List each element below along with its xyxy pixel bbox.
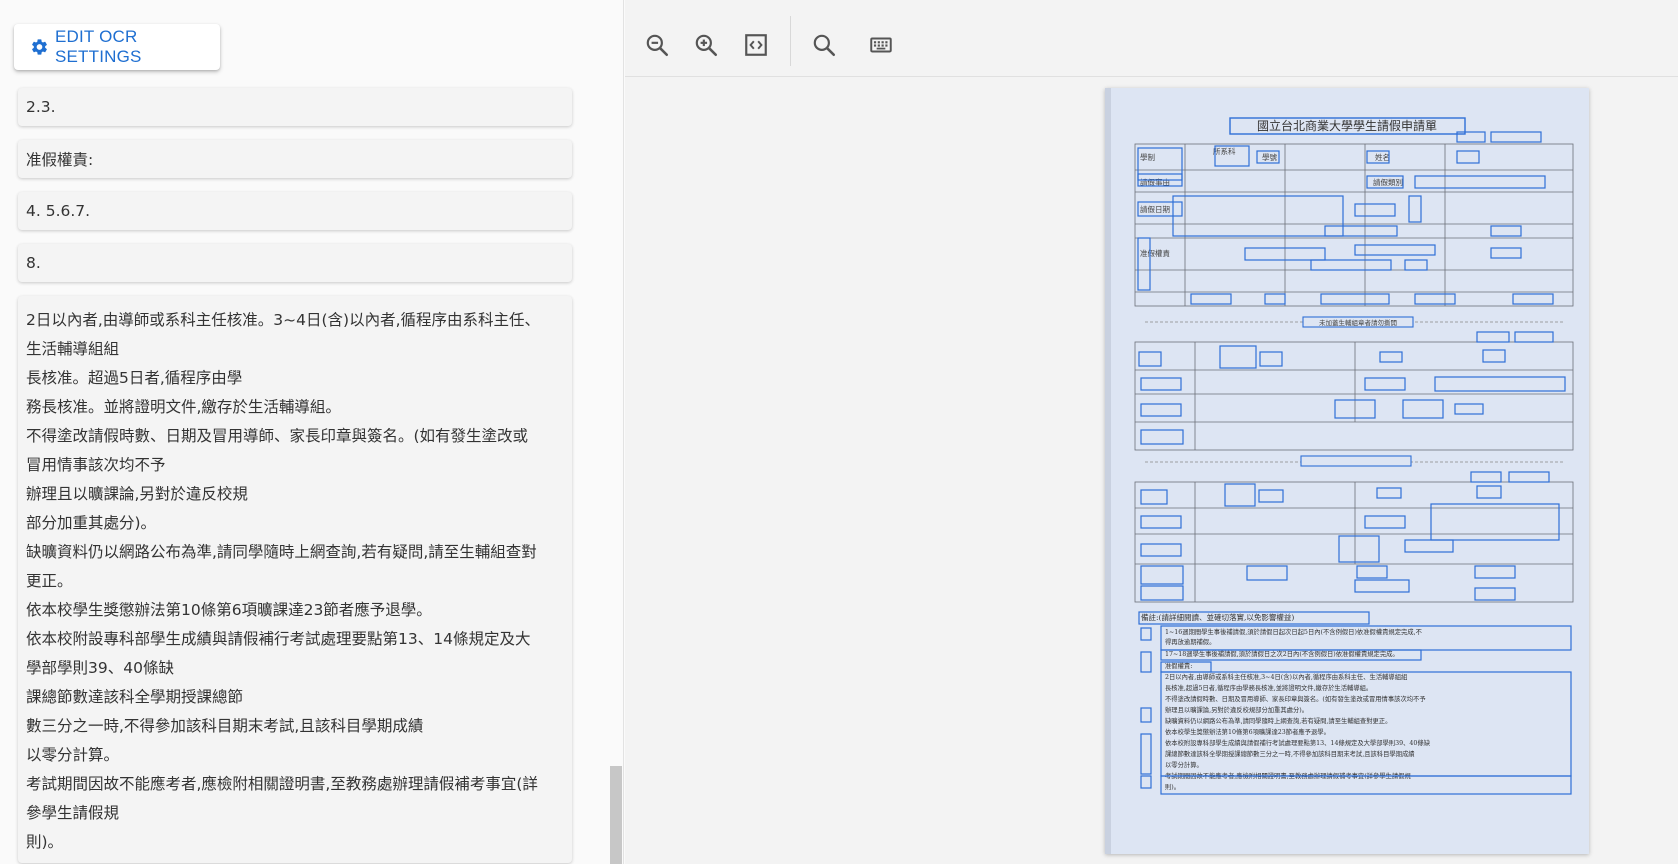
note-line: 1~16週期間學生事後補請假,須於請假日起次日起5日內(不含例假日)依准假權責規… xyxy=(1165,627,1423,636)
zoom-out-button[interactable] xyxy=(643,31,671,59)
note-line: 長核准,超過5日者,循程序由學務長核准,並將證明文件,繳存於生活輔導組。 xyxy=(1165,683,1372,692)
search-icon xyxy=(813,34,836,57)
ocr-text-card[interactable]: 4. 5.6.7. xyxy=(18,192,572,230)
document-viewer: 國立台北商業大學學生請假申請單 學制 所系科 學號 姓名 請假事由 請假類別 請… xyxy=(625,0,1678,864)
tear-off-label: 未加蓋生輔組章者請勿撕開 xyxy=(1319,318,1397,327)
note-line: 缺曠資料仍以網路公布為準,請同學隨時上網查詢,若有疑問,請至生輔組查對更正。 xyxy=(1165,716,1391,725)
note-line: 得再放逾期補假。 xyxy=(1165,637,1215,646)
ocr-text-card[interactable]: 准假權責: xyxy=(18,140,572,178)
ocr-text-line: 依本校附設專科部學生成績與請假補行考試處理要點第13、14條規定及大 xyxy=(26,630,531,648)
note-line: 2日以內者,由導師或系科主任核准,3~4日(含)以內者,循程序由系科主任、生活輔… xyxy=(1165,672,1408,681)
note-line: 依本校學生獎懲辦法第10條第6項曠課達23節者應予退學。 xyxy=(1165,727,1330,736)
ocr-text-line: 參學生請假規 xyxy=(26,804,120,822)
doc-label: 所系科 xyxy=(1213,146,1236,156)
ocr-text-line: 務長核准。並將證明文件,繳存於生活輔導組。 xyxy=(26,398,341,416)
document-title: 國立台北商業大學學生請假申請單 xyxy=(1257,118,1437,133)
ocr-text-card[interactable]: 8. xyxy=(18,244,572,282)
doc-label: 請假日期 xyxy=(1140,204,1170,214)
viewer-toolbar xyxy=(625,8,1678,77)
ocr-text-line: 8. xyxy=(26,254,41,272)
ocr-text-line: 學部學則39、40條缺 xyxy=(26,659,174,677)
ocr-text-line: 2.3. xyxy=(26,98,56,116)
code-brackets-icon xyxy=(745,34,767,56)
ocr-text-line: 課總節數達該科全學期授課總節 xyxy=(26,688,244,706)
note-line: 則)。 xyxy=(1165,782,1180,791)
keyboard-button[interactable] xyxy=(867,31,895,59)
note-line: 不得塗改請假時數、日期及冒用導師、家長印章與簽名。(如有發生塗改或冒用情事該次均… xyxy=(1165,694,1426,703)
ocr-text-line: 2日以內者,由導師或系科主任核准。3~4日(含)以內者,循程序由系科主任、 xyxy=(26,311,541,329)
ocr-text-line: 長核准。超過5日者,循程序由學 xyxy=(26,369,243,387)
doc-label: 請假類別 xyxy=(1373,177,1403,187)
ocr-text-line: 考試期間因故不能應考者,應檢附相關證明書,至教務處辦理請假補考事宜(詳 xyxy=(26,775,538,793)
ocr-text-line: 准假權責: xyxy=(26,151,94,169)
ocr-text-line: 4. 5.6.7. xyxy=(26,202,91,220)
fit-to-page-button[interactable] xyxy=(742,31,770,59)
ocr-text-line: 不得塗改請假時數、日期及冒用導師、家長印章與簽名。(如有發生塗改或 xyxy=(26,427,529,445)
note-line: 課總節數達該科全學期授課總節數三分之一時,不得參加該科目期末考試,且該科目學期成… xyxy=(1165,749,1415,758)
doc-label: 准假權責 xyxy=(1140,248,1170,258)
zoom-in-icon xyxy=(695,34,718,57)
keyboard-icon xyxy=(870,37,892,53)
panel-scrollbar[interactable] xyxy=(610,766,622,864)
ocr-text-line: 數三分之一時,不得參加該科目期末考試,且該科目學期成績 xyxy=(26,717,424,735)
document-image: 國立台北商業大學學生請假申請單 學制 所系科 學號 姓名 請假事由 請假類別 請… xyxy=(1105,88,1589,854)
toolbar-divider xyxy=(790,16,791,66)
ocr-text-line: 部分加重其處分)。 xyxy=(26,514,157,532)
ocr-text-card[interactable]: 2日以內者,由導師或系科主任核准。3~4日(含)以內者,循程序由系科主任、 生活… xyxy=(18,296,572,863)
gear-icon xyxy=(32,39,47,55)
edit-ocr-settings-button[interactable]: EDIT OCR SETTINGS xyxy=(14,24,220,70)
ocr-text-list: 2.3. 准假權責: 4. 5.6.7. 8. 2日以內者,由導師或系科主任核准… xyxy=(18,88,572,864)
doc-label: 學制 xyxy=(1140,152,1155,162)
ocr-text-line: 冒用情事該次均不予 xyxy=(26,456,166,474)
ocr-text-line: 辦理且以曠課論,另對於違反校規 xyxy=(26,485,248,503)
ocr-text-line: 則)。 xyxy=(26,833,64,851)
ocr-text-line: 以零分計算。 xyxy=(26,746,120,764)
note-line: 辦理且以曠課論,另對於違反校規部分加重其處分)。 xyxy=(1165,705,1308,714)
ocr-text-line: 更正。 xyxy=(26,572,73,590)
ocr-results-panel: EDIT OCR SETTINGS 2.3. 准假權責: 4. 5.6.7. 8… xyxy=(0,0,624,864)
edit-ocr-settings-label: EDIT OCR SETTINGS xyxy=(54,27,142,66)
zoom-out-icon xyxy=(646,34,669,57)
ocr-text-line: 依本校學生獎懲辦法第10條第6項曠課達23節者應予退學。 xyxy=(26,601,432,619)
search-button[interactable] xyxy=(810,31,838,59)
ocr-text-card[interactable]: 2.3. xyxy=(18,88,572,126)
note-line: 以零分計算。 xyxy=(1165,760,1203,769)
scanned-document-page[interactable]: 國立台北商業大學學生請假申請單 學制 所系科 學號 姓名 請假事由 請假類別 請… xyxy=(1105,88,1589,854)
notes-heading: 備註:(請詳細閱讀、並確切落實,以免影響權益) xyxy=(1141,612,1294,622)
doc-label: 姓名 xyxy=(1375,152,1390,162)
app-window: EDIT OCR SETTINGS 2.3. 准假權責: 4. 5.6.7. 8… xyxy=(0,0,1678,864)
ocr-text-line: 生活輔導組組 xyxy=(26,340,120,358)
doc-label: 學號 xyxy=(1262,152,1278,162)
zoom-in-button[interactable] xyxy=(692,31,720,59)
ocr-text-line: 缺曠資料仍以網路公布為準,請同學隨時上網查詢,若有疑問,請至生輔組查對 xyxy=(26,543,537,561)
note-line: 依本校附設專科部學生成績與請假補行考試處理要點第13、14條規定及大學部學則39… xyxy=(1165,738,1431,747)
